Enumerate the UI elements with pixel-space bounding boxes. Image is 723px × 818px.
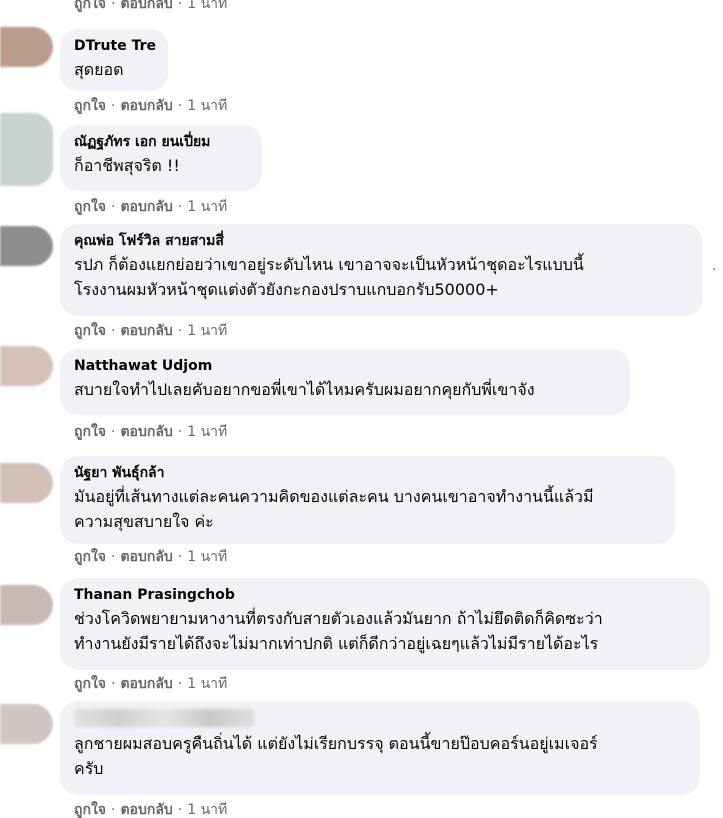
like-link[interactable]: ถูกใจ (74, 424, 106, 440)
avatar[interactable] (0, 704, 53, 744)
comment-text-line: ความสุขสบายใจ ค่ะ (74, 512, 214, 531)
comment-actions: ถูกใจ · ตอบกลับ · 1 นาที (74, 0, 227, 12)
comment-text-line: ทำงานยังมีรายได้ถึงจะไม่มากเท่าปกติ แต่ก… (74, 634, 599, 653)
comment-bubble: DTrute Tre สุดยอด (60, 29, 168, 91)
comment-author[interactable]: DTrute Tre (74, 37, 156, 55)
like-link[interactable]: ถูกใจ (74, 0, 106, 12)
timestamp[interactable]: 1 นาที (187, 549, 227, 565)
reply-link[interactable]: ตอบกลับ (120, 98, 172, 114)
avatar[interactable] (0, 346, 53, 386)
separator: · (111, 802, 116, 818)
separator: · (111, 549, 116, 565)
comment-text-line: ครับ (74, 759, 104, 778)
comment-text-line: รปภ ก็ต้องแยกย่อยว่าเขาอยู่ระดับไหน เขาอ… (74, 255, 584, 274)
avatar[interactable] (0, 113, 53, 186)
comment-thread: ถูกใจ · ตอบกลับ · 1 นาที DTrute Tre สุดยอด ถ… (0, 0, 723, 818)
comment-bubble: ณัฏฐภัทร เอก ยนเปี่ยม ก็อาชีพสุจริต !! (60, 125, 262, 191)
comment-text: สุดยอด (74, 60, 124, 79)
separator: · (111, 323, 116, 339)
separator: · (177, 199, 183, 215)
comment-bubble: Natthawat Udjom สบายใจทำไปเลยคับอยากขอพี… (60, 349, 630, 415)
timestamp[interactable]: 1 นาที (187, 802, 227, 818)
reply-link[interactable]: ตอบกลับ (120, 676, 172, 692)
like-link[interactable]: ถูกใจ (74, 676, 106, 692)
separator: · (111, 676, 116, 692)
comment-author[interactable]: คุณพ่อ โฟร์วิล สายสามสี่ (74, 232, 689, 250)
like-link[interactable]: ถูกใจ (74, 323, 106, 339)
comment-actions: ถูกใจ · ตอบกลับ · 1 นาที (74, 199, 227, 215)
comment-text-line: มันอยู่ที่เส้นทางแต่ละคนความคิดของแต่ละค… (74, 487, 594, 506)
comment-bubble: Thanan Prasingchob ช่วงโควิดพยายามหางานท… (60, 578, 710, 670)
blurred-author-name (74, 709, 254, 727)
comment-bubble: คุณพ่อ โฟร์วิล สายสามสี่ รปภ ก็ต้องแยกย่… (60, 224, 703, 316)
separator: · (177, 0, 183, 12)
comment-author[interactable]: Thanan Prasingchob (74, 586, 696, 604)
avatar[interactable] (0, 585, 53, 625)
avatar[interactable] (0, 226, 53, 266)
more-dots-icon[interactable]: ⋅ (712, 262, 716, 278)
timestamp[interactable]: 1 นาที (187, 676, 227, 692)
reply-link[interactable]: ตอบกลับ (120, 199, 172, 215)
separator: · (111, 424, 116, 440)
comment-text: ก็อาชีพสุจริต !! (74, 156, 180, 175)
comment-text: สบายใจทำไปเลยคับอยากขอพี่เขาได้ไหมครับผม… (74, 380, 535, 399)
comment-actions: ถูกใจ · ตอบกลับ · 1 นาที (74, 98, 227, 114)
separator: · (177, 424, 183, 440)
timestamp[interactable]: 1 นาที (187, 424, 227, 440)
comment-actions: ถูกใจ · ตอบกลับ · 1 นาที (74, 424, 227, 440)
timestamp[interactable]: 1 นาที (187, 0, 227, 12)
separator: · (111, 199, 116, 215)
separator: · (177, 676, 183, 692)
separator: · (177, 98, 183, 114)
comment-bubble: ลูกชายผมสอบครูคืนถิ่นได้ แต่ยังไม่เรียกบ… (60, 701, 700, 795)
comment-bubble: นัฐยา พันธุ์กล้า มันอยู่ที่เส้นทางแต่ละค… (60, 456, 675, 544)
reply-link[interactable]: ตอบกลับ (120, 549, 172, 565)
timestamp[interactable]: 1 นาที (187, 323, 227, 339)
reply-link[interactable]: ตอบกลับ (120, 323, 172, 339)
separator: · (177, 802, 183, 818)
comment-actions: ถูกใจ · ตอบกลับ · 1 นาที (74, 802, 227, 818)
reply-link[interactable]: ตอบกลับ (120, 802, 172, 818)
like-link[interactable]: ถูกใจ (74, 549, 106, 565)
separator: · (177, 549, 183, 565)
separator: · (111, 98, 116, 114)
reply-link[interactable]: ตอบกลับ (120, 0, 172, 12)
separator: · (111, 0, 116, 12)
like-link[interactable]: ถูกใจ (74, 802, 106, 818)
like-link[interactable]: ถูกใจ (74, 199, 106, 215)
like-link[interactable]: ถูกใจ (74, 98, 106, 114)
reply-link[interactable]: ตอบกลับ (120, 424, 172, 440)
timestamp[interactable]: 1 นาที (187, 199, 227, 215)
comment-actions: ถูกใจ · ตอบกลับ · 1 นาที (74, 549, 227, 565)
separator: · (177, 323, 183, 339)
comment-text-line: ลูกชายผมสอบครูคืนถิ่นได้ แต่ยังไม่เรียกบ… (74, 734, 598, 753)
comment-author[interactable]: นัฐยา พันธุ์กล้า (74, 464, 661, 482)
avatar[interactable] (0, 27, 53, 67)
comment-text-line: โรงงานผมหัวหน้าชุดแต่งตัวยังกะกองปราบแกบ… (74, 280, 499, 299)
avatar[interactable] (0, 463, 53, 503)
comment-author[interactable]: ณัฏฐภัทร เอก ยนเปี่ยม (74, 133, 248, 151)
comment-author[interactable]: Natthawat Udjom (74, 357, 616, 375)
comment-actions: ถูกใจ · ตอบกลับ · 1 นาที (74, 676, 227, 692)
comment-author[interactable] (74, 709, 686, 727)
timestamp[interactable]: 1 นาที (187, 98, 227, 114)
comment-text-line: ช่วงโควิดพยายามหางานที่ตรงกับสายตัวเองแล… (74, 609, 603, 628)
comment-actions: ถูกใจ · ตอบกลับ · 1 นาที (74, 323, 227, 339)
